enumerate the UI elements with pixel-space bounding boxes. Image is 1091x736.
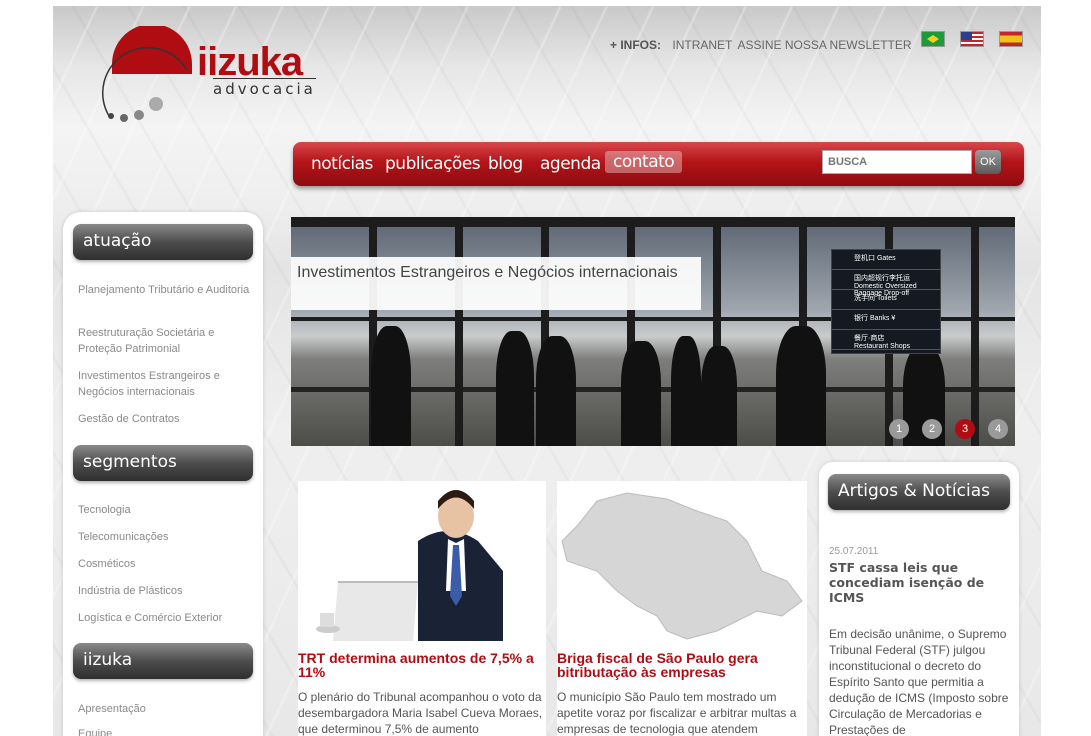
banner-caption[interactable]: Investimentos Estrangeiros e Negócios in… — [291, 257, 701, 310]
intranet-link[interactable]: INTRANET — [672, 38, 732, 52]
banner-silhouette — [671, 336, 701, 446]
sign-row: 登机口 Gates — [832, 250, 940, 270]
businessman-laptop-image — [298, 481, 546, 641]
newsletter-link[interactable]: ASSINE NOSSA NEWSLETTER — [738, 38, 912, 52]
logo[interactable]: iizuka advocacia — [67, 26, 316, 126]
main-nav: notícias publicações blog agenda contato… — [293, 142, 1024, 186]
nav-contato[interactable]: contato — [605, 151, 683, 173]
banner-silhouette — [371, 326, 411, 446]
sign-row: 银行 Banks ¥ — [832, 310, 940, 330]
card-title[interactable]: Briga fiscal de São Paulo gera bitributa… — [557, 651, 797, 679]
brazil-flag-icon[interactable] — [921, 31, 945, 47]
banner-silhouette — [776, 326, 826, 446]
news-title[interactable]: STF cassa leis que concediam isenção de … — [829, 560, 1009, 605]
logo-mark-icon — [102, 26, 192, 122]
usa-flag-icon[interactable] — [960, 31, 984, 47]
search-input[interactable] — [822, 150, 972, 174]
card-text: O plenário do Tribunal acompanhou o voto… — [298, 690, 543, 736]
sign-row: 洗手间 Toilets — [832, 290, 940, 310]
slide-dot-2[interactable]: 2 — [922, 419, 942, 439]
nav-agenda[interactable]: agenda — [540, 154, 601, 174]
sidebar-item-tecnologia[interactable]: Tecnologia — [78, 502, 253, 518]
banner-silhouette — [496, 331, 534, 446]
hero-banner[interactable]: 登机口 Gates 国内超规行李托运 Domestic Oversized Ba… — [291, 217, 1015, 446]
sidebar-item-apresentacao[interactable]: Apresentação — [78, 701, 253, 717]
slide-dot-3[interactable]: 3 — [955, 419, 975, 439]
card-title[interactable]: TRT determina aumentos de 7,5% a 11% — [298, 651, 543, 679]
slide-dot-4[interactable]: 4 — [988, 419, 1008, 439]
sidebar: atuação Planejamento Tributário e Audito… — [63, 212, 263, 736]
banner-silhouette — [621, 341, 661, 446]
sidebar-item-plasticos[interactable]: Indústria de Plásticos — [78, 583, 253, 599]
sidebar-item-gestao[interactable]: Gestão de Contratos — [78, 411, 253, 427]
nav-blog[interactable]: blog — [488, 154, 523, 174]
sidebar-item-investimentos[interactable]: Investimentos Estrangeiros e Negócios in… — [78, 368, 253, 400]
nav-noticias[interactable]: notícias — [311, 154, 373, 174]
infos-bar: + INFOS: INTRANET ASSINE NOSSA NEWSLETTE… — [610, 38, 912, 52]
sidebar-item-reestruturacao[interactable]: Reestruturação Societária e Proteção Pat… — [78, 325, 253, 357]
spain-flag-icon[interactable] — [999, 31, 1023, 47]
nav-publicacoes[interactable]: publicações — [385, 154, 481, 174]
search-ok-button[interactable]: OK — [975, 150, 1001, 174]
sign-row: 餐厅·商店 Restaurant Shops — [832, 330, 940, 350]
news-date: 25.07.2011 — [829, 546, 879, 557]
sidebar-item-equipe[interactable]: Equipe — [78, 726, 253, 736]
sign-row: 国内超规行李托运 Domestic Oversized Baggage Drop… — [832, 270, 940, 297]
logo-wordmark: iizuka — [197, 40, 303, 84]
sidebar-item-logistica[interactable]: Logística e Comércio Exterior — [78, 610, 253, 626]
site-container: iizuka advocacia + INFOS: INTRANET ASSIN… — [53, 6, 1041, 736]
sidebar-item-cosmeticos[interactable]: Cosméticos — [78, 556, 253, 572]
news-card[interactable]: TRT determina aumentos de 7,5% a 11% O p… — [298, 481, 546, 736]
sidebar-item-planejamento[interactable]: Planejamento Tributário e Auditoria — [78, 282, 253, 298]
sao-paulo-map-image — [557, 481, 807, 641]
card-text: O município São Paulo tem mostrado um ap… — [557, 690, 797, 736]
section-segmentos: segmentos — [73, 445, 253, 481]
articles-news-heading: Artigos & Notícias — [828, 474, 1010, 510]
infos-label: + INFOS: — [610, 38, 662, 52]
logo-subtitle: advocacia — [213, 78, 316, 98]
section-iizuka: iizuka — [73, 643, 253, 679]
section-atuacao: atuação — [73, 224, 253, 260]
airport-sign: 登机口 Gates 国内超规行李托运 Domestic Oversized Ba… — [831, 249, 941, 354]
news-text: Em decisão unânime, o Supremo Tribunal F… — [829, 627, 1009, 736]
banner-silhouette — [536, 336, 576, 446]
slide-dot-1[interactable]: 1 — [889, 419, 909, 439]
sidebar-item-telecomunicacoes[interactable]: Telecomunicações — [78, 529, 253, 545]
articles-news-panel: Artigos & Notícias 25.07.2011 STF cassa … — [819, 462, 1019, 736]
news-card[interactable]: Briga fiscal de São Paulo gera bitributa… — [557, 481, 807, 736]
banner-silhouette — [701, 346, 737, 446]
